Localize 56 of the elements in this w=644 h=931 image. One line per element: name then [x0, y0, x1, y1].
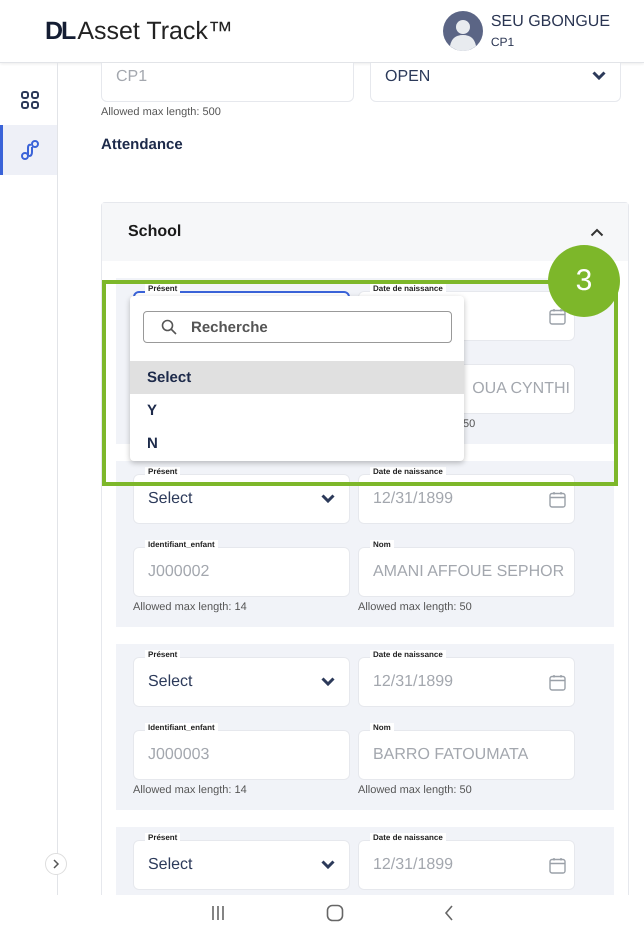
calendar-icon[interactable] — [549, 674, 566, 691]
text-field[interactable]: J000003 — [133, 730, 350, 780]
date-field[interactable]: 12/31/1899 — [358, 840, 575, 890]
logo-mark: DL — [45, 16, 74, 46]
user-role: CP1 — [490, 35, 516, 49]
text-field[interactable]: BARRO FATOUMATA — [358, 730, 575, 780]
dropdown-option[interactable]: Select — [130, 361, 464, 394]
text-field[interactable]: CP1 — [101, 63, 354, 102]
chevron-down-icon — [592, 71, 606, 80]
hint-text: Allowed max length: 14 — [133, 784, 248, 796]
hint-text: 50 — [463, 418, 476, 430]
select-field[interactable]: Select — [133, 657, 350, 707]
search-field[interactable]: Recherche — [143, 311, 452, 343]
hint-text: Allowed max length: 50 — [358, 601, 473, 613]
field-label: Date de naissance — [370, 650, 446, 659]
expand-button[interactable] — [45, 853, 67, 875]
avatar-icon[interactable] — [442, 11, 483, 51]
field-label: Présent — [145, 467, 180, 476]
select-field[interactable]: Select — [133, 474, 350, 524]
hint-text: Allowed max length: 14 — [133, 601, 248, 613]
dropdown-option[interactable]: N — [130, 427, 464, 460]
hint-text: Allowed max length: 50 — [358, 784, 473, 796]
grid-icon — [21, 91, 39, 109]
calendar-icon[interactable] — [549, 308, 566, 325]
chevron-down-icon — [321, 494, 335, 503]
field-label: Date de naissance — [370, 833, 446, 842]
hint-text: Allowed max length: 500 — [101, 106, 222, 118]
field-label: Identifiant_enfant — [145, 540, 218, 549]
calendar-icon[interactable] — [549, 491, 566, 508]
field-label: Nom — [370, 723, 394, 732]
text-field[interactable]: AMANI AFFOUE SEPHOR — [358, 547, 575, 597]
field-label: Date de naissance — [370, 284, 446, 293]
select-field[interactable]: Select — [133, 840, 350, 890]
field-label: Présent — [145, 284, 180, 293]
section-title: Attendance — [101, 136, 184, 153]
chevron-right-icon — [52, 859, 60, 869]
date-field[interactable]: 12/31/1899 — [358, 474, 575, 524]
field-label: Présent — [145, 833, 180, 842]
field-label: Date de naissance — [370, 467, 446, 476]
field-label: Nom — [370, 540, 394, 549]
field-label: Identifiant_enfant — [145, 723, 218, 732]
chevron-down-icon — [321, 677, 335, 686]
panel-header[interactable]: School — [102, 203, 628, 261]
chevron-up-icon — [590, 228, 604, 236]
back-icon[interactable] — [444, 905, 454, 921]
route-icon — [21, 140, 39, 160]
calendar-icon[interactable] — [549, 857, 566, 874]
field-label: Présent — [145, 650, 180, 659]
app-title: Asset Track™ — [77, 16, 233, 46]
user-name: SEU GBONGUE — [490, 13, 610, 31]
status-select[interactable]: OPEN — [370, 63, 621, 102]
recent-apps-icon[interactable] — [210, 905, 226, 921]
home-icon[interactable] — [326, 904, 344, 922]
text-field[interactable]: J000002 — [133, 547, 350, 597]
chevron-down-icon — [321, 860, 335, 869]
date-field[interactable]: 12/31/1899 — [358, 657, 575, 707]
